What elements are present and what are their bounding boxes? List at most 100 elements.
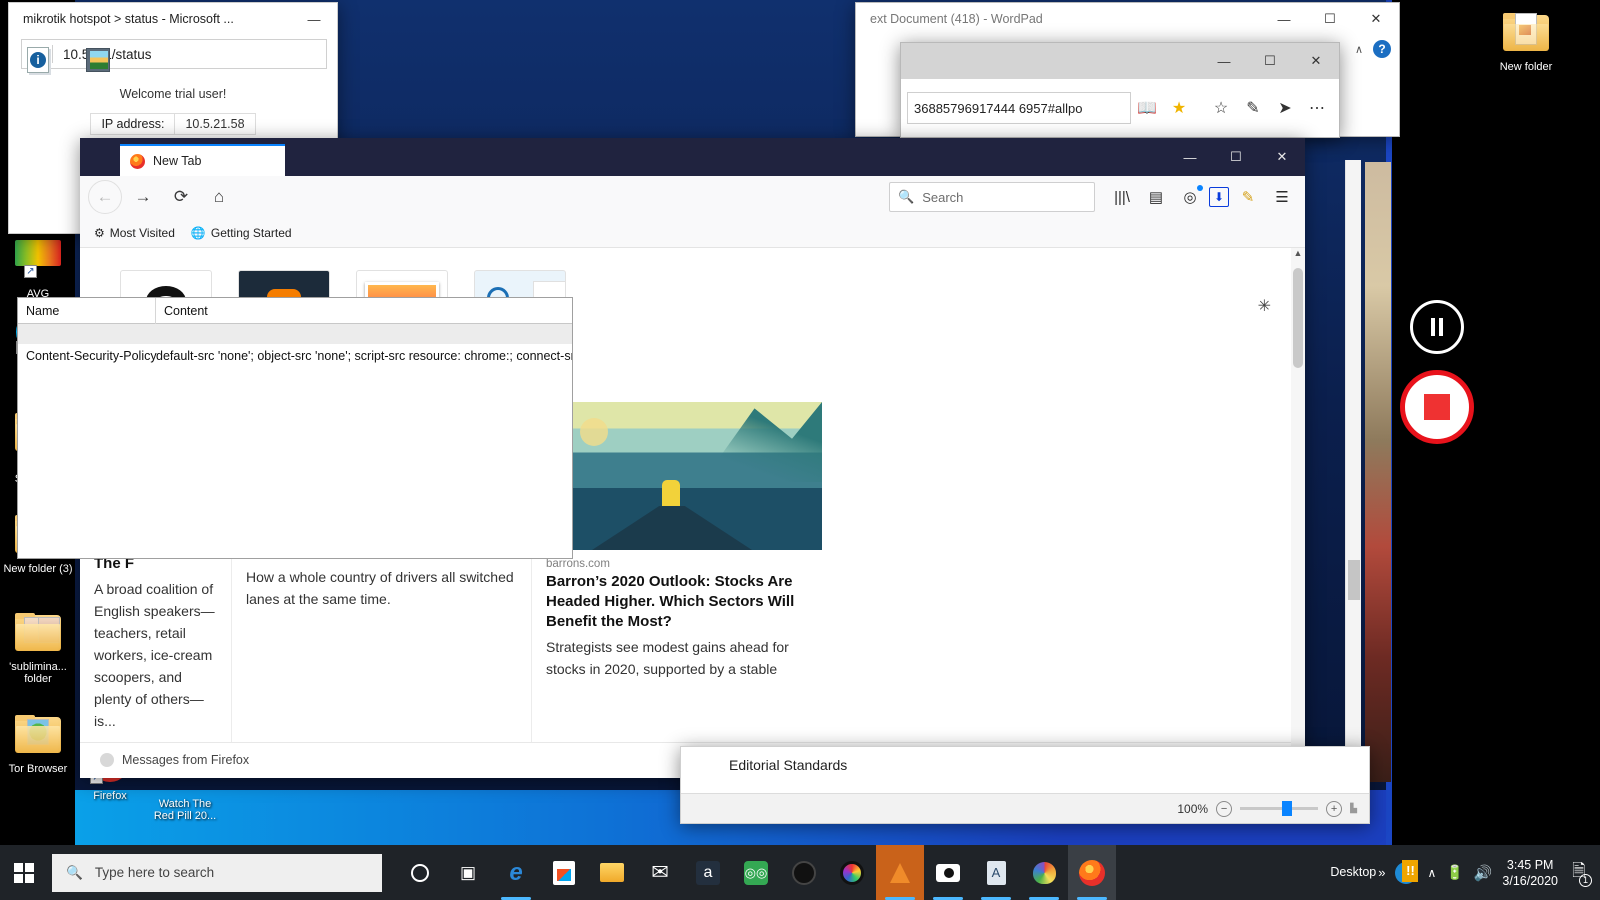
- taskbar-item-camera[interactable]: [924, 845, 972, 900]
- maximize-button[interactable]: ☐: [1213, 138, 1259, 176]
- taskbar-item-amazon[interactable]: a: [684, 845, 732, 900]
- sidebar-icon[interactable]: ▤: [1141, 182, 1171, 212]
- taskbar-item-task-view[interactable]: ▣: [444, 845, 492, 900]
- search-placeholder: Type here to search: [94, 865, 215, 880]
- minimize-button[interactable]: —: [1261, 3, 1307, 35]
- taskbar-item-file-explorer[interactable]: [588, 845, 636, 900]
- bookmark-most-visited[interactable]: ⚙ Most Visited: [94, 226, 175, 240]
- close-button[interactable]: ✕: [1259, 138, 1305, 176]
- menu-icon[interactable]: ☰: [1267, 182, 1297, 212]
- zoom-slider-thumb[interactable]: [1282, 801, 1293, 816]
- minimize-button[interactable]: —: [291, 3, 337, 35]
- desktop-icon-subliminal-folder[interactable]: 'sublimina... folder: [2, 610, 74, 685]
- help-icon[interactable]: ?: [1373, 40, 1391, 58]
- top-sites-settings-gear-icon[interactable]: ✳: [1258, 296, 1271, 316]
- vlc-icon: [890, 862, 910, 883]
- browser-tab-new-tab[interactable]: New Tab: [120, 144, 285, 176]
- reading-view-icon[interactable]: 📖: [1131, 92, 1163, 124]
- search-input[interactable]: 🔍 Type here to search: [52, 853, 382, 892]
- card-description: Strategists see modest gains ahead for s…: [546, 639, 789, 677]
- column-header-name[interactable]: Name: [18, 297, 156, 324]
- file-explorer-icon: [600, 863, 624, 882]
- desktop-icon-label: Tor Browser: [8, 763, 68, 775]
- favorites-list-icon[interactable]: ☆: [1205, 92, 1237, 124]
- library-icon[interactable]: |||\: [1107, 182, 1137, 212]
- close-button[interactable]: ✕: [1293, 43, 1339, 79]
- taskbar-item-firefox[interactable]: [1068, 845, 1116, 900]
- desktop-icon-new-folder[interactable]: New folder: [1490, 10, 1562, 73]
- minimize-button[interactable]: —: [1201, 43, 1247, 79]
- pocket-card[interactable]: barrons.com Barron’s 2020 Outlook: Stock…: [532, 402, 822, 742]
- share-icon[interactable]: ➤: [1269, 92, 1301, 124]
- taskbar-item-vlc[interactable]: [876, 845, 924, 900]
- home-button[interactable]: ⌂: [202, 180, 236, 214]
- account-badge-dot: [1197, 185, 1203, 191]
- zoom-slider[interactable]: [1240, 801, 1319, 816]
- desktop-label: Desktop: [1330, 865, 1377, 879]
- tray-desktop-peek[interactable]: Desktop »: [1330, 865, 1385, 880]
- scrollbar-thumb[interactable]: [1348, 560, 1360, 600]
- zoom-in-button[interactable]: +: [1326, 800, 1343, 817]
- overflow-caret-icon[interactable]: »: [1378, 865, 1385, 880]
- favorite-star-icon[interactable]: ★: [1163, 92, 1195, 124]
- taskbar-item-text-app[interactable]: A: [972, 845, 1020, 900]
- tray-caret-icon[interactable]: ∧: [1427, 866, 1436, 880]
- editorial-standards-link[interactable]: Editorial Standards: [729, 757, 847, 773]
- taskbar-item-app-dark[interactable]: [780, 845, 828, 900]
- column-header-content[interactable]: Content: [156, 304, 572, 318]
- zoom-out-button[interactable]: −: [1216, 800, 1233, 817]
- search-placeholder: Search: [922, 189, 964, 205]
- volume-icon[interactable]: 🔊: [1474, 864, 1493, 882]
- address-bar[interactable]: ⓘ 10.5.0.1/status: [21, 39, 327, 69]
- taskbar-item-tripadvisor[interactable]: ◎◎: [732, 845, 780, 900]
- vertical-scrollbar[interactable]: ▲ ▼: [1291, 248, 1305, 778]
- taskbar-item-mail[interactable]: ✉: [636, 845, 684, 900]
- highlighter-icon[interactable]: ✎: [1233, 182, 1263, 212]
- scrollbar-thumb[interactable]: [1293, 268, 1303, 368]
- clock[interactable]: 3:45 PM 3/16/2020: [1502, 857, 1558, 889]
- meta-table[interactable]: Name Content Content-Security-Policy def…: [17, 297, 573, 559]
- titlebar: ext Document (418) - WordPad — ☐ ✕: [856, 3, 1399, 35]
- row-label: IP address:: [90, 113, 176, 135]
- table-row[interactable]: Content-Security-Policy default-src 'non…: [18, 344, 572, 368]
- notifications-icon[interactable]: 🗎 1: [1568, 860, 1592, 887]
- clock-time: 3:45 PM: [1506, 857, 1554, 872]
- paint-icon: [1032, 861, 1056, 884]
- taskbar-item-edge[interactable]: e: [492, 845, 540, 900]
- window-edge-allpo[interactable]: — ☐ ✕ 36885796917444 6957#allpo 📖 ★ ☆ ✎ …: [900, 42, 1340, 138]
- maximize-button[interactable]: ☐: [1307, 3, 1353, 35]
- reload-button[interactable]: ⟳: [164, 180, 198, 214]
- taskbar-item-paint[interactable]: [1020, 845, 1068, 900]
- desktop-icon-avg[interactable]: ↗ AVG: [2, 232, 74, 300]
- downloads-icon[interactable]: ⬇: [1209, 187, 1229, 207]
- taskbar-item-cortana[interactable]: [396, 845, 444, 900]
- more-options-icon[interactable]: ⋯: [1301, 92, 1333, 124]
- start-button[interactable]: [0, 845, 48, 900]
- card-description: A broad coalition of English speakers—te…: [94, 581, 215, 729]
- address-bar[interactable]: 36885796917444 6957#allpo: [907, 92, 1131, 124]
- pause-recording-button[interactable]: [1410, 300, 1464, 354]
- firefox-small-icon: [100, 753, 114, 767]
- scroll-up-arrow-icon[interactable]: ▲: [1291, 248, 1305, 262]
- search-input[interactable]: 🔍 Search: [889, 182, 1095, 212]
- account-icon[interactable]: ◎: [1175, 182, 1205, 212]
- tray-warning-app[interactable]: !!: [1395, 859, 1419, 884]
- battery-icon[interactable]: 🔋: [1446, 864, 1463, 881]
- bookmark-getting-started[interactable]: 🌐 Getting Started: [191, 226, 292, 240]
- collapse-ribbon-icon[interactable]: ∧: [1355, 43, 1363, 56]
- desktop-icon-tor-browser[interactable]: Tor Browser: [2, 712, 74, 775]
- make-a-note-icon[interactable]: ✎: [1237, 92, 1269, 124]
- titlebar: — ☐ ✕: [901, 43, 1339, 79]
- taskbar: 🔍 Type here to search ▣ e ✉ a ◎◎ A Deskt…: [0, 845, 1600, 900]
- window-edge-editorial[interactable]: Editorial Standards 100% − + ▙: [680, 746, 1370, 824]
- taskbar-item-microsoft-store[interactable]: [540, 845, 588, 900]
- taskbar-item-app-color[interactable]: [828, 845, 876, 900]
- resize-grip-icon[interactable]: ▙: [1350, 803, 1357, 814]
- maximize-button[interactable]: ☐: [1247, 43, 1293, 79]
- back-button[interactable]: ←: [88, 180, 122, 214]
- minimize-button[interactable]: —: [1167, 138, 1213, 176]
- edge-page-scrollbar[interactable]: ▼: [1345, 160, 1361, 800]
- stop-recording-button[interactable]: [1400, 370, 1474, 444]
- forward-button[interactable]: →: [126, 180, 160, 214]
- close-button[interactable]: ✕: [1353, 3, 1399, 35]
